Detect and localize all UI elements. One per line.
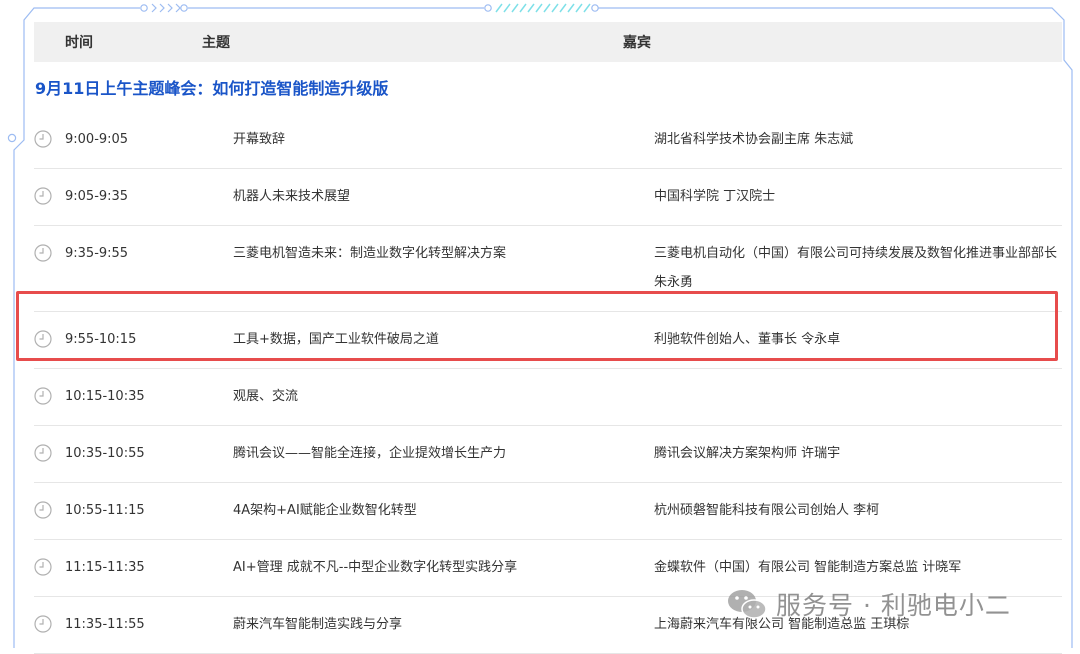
row-topic: 机器人未来技术展望 (233, 189, 351, 204)
table-row: 10:35-10:55 腾讯会议——智能全连接，企业提效增长生产力 腾讯会议解决… (34, 426, 1062, 483)
row-time: 9:00-9:05 (65, 132, 129, 147)
table-row: 9:05-9:35 机器人未来技术展望 中国科学院 丁汉院士 (34, 169, 1062, 226)
row-topic: 蔚来汽车智能制造实践与分享 (233, 617, 403, 632)
row-time: 9:35-9:55 (65, 246, 129, 261)
row-guest: 金蝶软件（中国）有限公司 智能制造方案总监 计晓军 (654, 560, 962, 575)
clock-icon (34, 615, 52, 633)
clock-icon (34, 244, 52, 262)
clock-icon (34, 130, 52, 148)
row-topic: 腾讯会议——智能全连接，企业提效增长生产力 (233, 446, 507, 461)
row-time: 10:15-10:35 (65, 389, 145, 404)
row-topic: 观展、交流 (233, 389, 299, 404)
table-row: 10:15-10:35 观展、交流 (34, 369, 1062, 426)
row-time: 11:15-11:35 (65, 560, 145, 575)
row-guest: 三菱电机自动化（中国）有限公司可持续发展及数智化推进事业部部长 朱永勇 (654, 246, 1058, 290)
clock-icon (34, 558, 52, 576)
header-topic: 主题 (202, 35, 230, 51)
watermark-text: 服务号 · 利驰电小二 (776, 591, 1011, 620)
row-guest: 湖北省科学技术协会副主席 朱志斌 (654, 132, 854, 147)
row-time: 11:35-11:55 (65, 617, 145, 632)
clock-icon (34, 444, 52, 462)
row-guest: 腾讯会议解决方案架构师 许瑞宇 (654, 446, 841, 461)
header-guest: 嘉宾 (623, 35, 651, 51)
row-time: 10:35-10:55 (65, 446, 145, 461)
wechat-icon (728, 590, 767, 619)
row-topic: 4A架构+AI赋能企业数智化转型 (233, 503, 417, 518)
watermark: 服务号 · 利驰电小二 (726, 586, 1011, 622)
highlight-box (16, 291, 1058, 361)
row-guest: 中国科学院 丁汉院士 (654, 189, 776, 204)
clock-icon (34, 187, 52, 205)
header-time: 时间 (65, 35, 93, 51)
row-time: 9:05-9:35 (65, 189, 129, 204)
row-topic: 三菱电机智造未来：制造业数字化转型解决方案 (233, 246, 507, 261)
row-topic: AI+管理 成就不凡--中型企业数字化转型实践分享 (233, 560, 518, 575)
table-row: 10:55-11:15 4A架构+AI赋能企业数智化转型 杭州硕磐智能科技有限公… (34, 483, 1062, 540)
row-guest: 杭州硕磐智能科技有限公司创始人 李柯 (654, 503, 880, 518)
clock-icon (34, 387, 52, 405)
table-header: 时间 主题 嘉宾 (34, 22, 1062, 62)
table-row: 9:00-9:05 开幕致辞 湖北省科学技术协会副主席 朱志斌 (34, 112, 1062, 169)
clock-icon (34, 501, 52, 519)
row-topic: 开幕致辞 (233, 132, 286, 147)
section-title: 9月11日上午主题峰会：如何打造智能制造升级版 (35, 79, 389, 98)
row-time: 10:55-11:15 (65, 503, 145, 518)
